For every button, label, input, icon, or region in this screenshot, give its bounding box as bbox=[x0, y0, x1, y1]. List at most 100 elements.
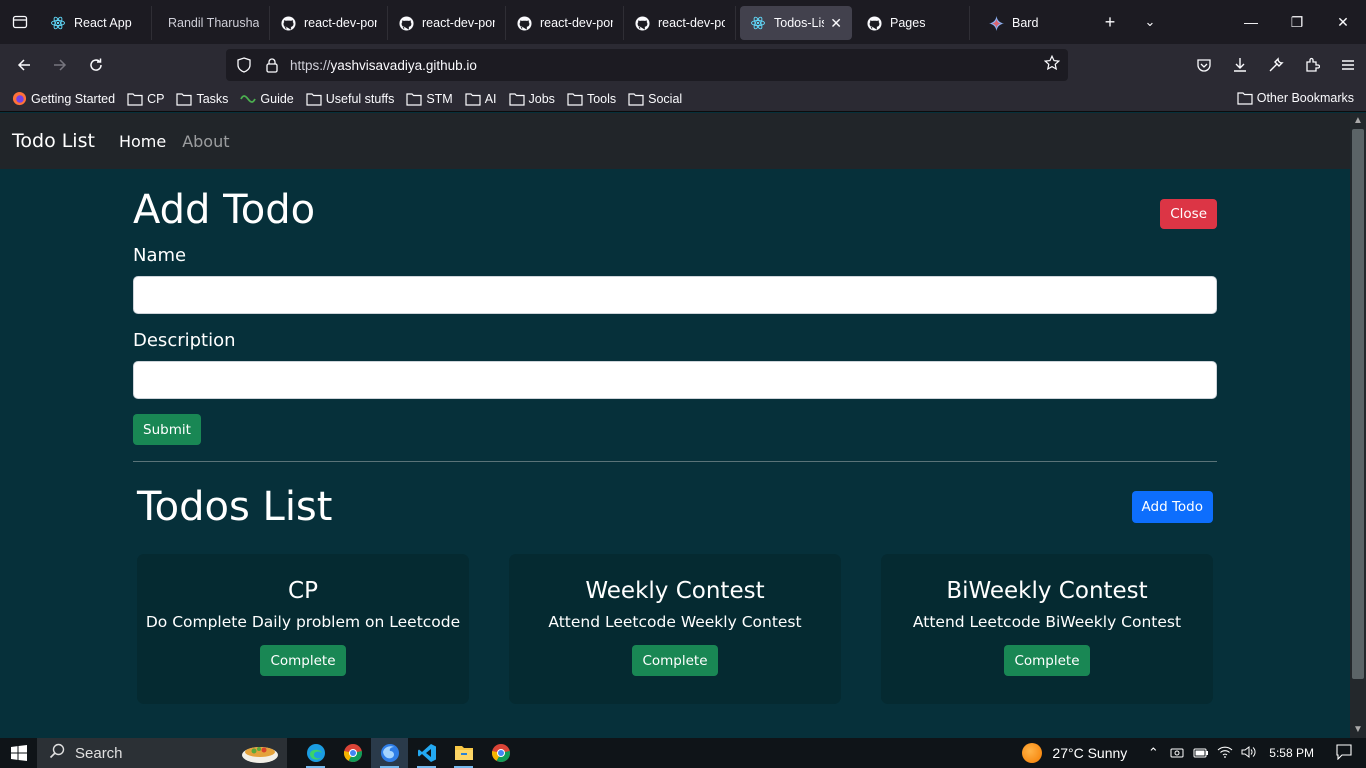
file-explorer-icon bbox=[454, 746, 473, 760]
minimize-icon[interactable]: — bbox=[1228, 0, 1274, 44]
restore-icon[interactable]: ❐ bbox=[1274, 0, 1320, 44]
tab-react-dev-portfolio-1[interactable]: react-dev-por bbox=[270, 6, 388, 40]
description-label: Description bbox=[133, 330, 236, 351]
name-label: Name bbox=[133, 245, 187, 266]
folder-icon bbox=[406, 92, 422, 106]
react-icon bbox=[50, 15, 66, 31]
taskbar-chrome-2[interactable] bbox=[482, 738, 519, 768]
folder-icon bbox=[465, 92, 481, 106]
complete-button[interactable]: Complete bbox=[632, 645, 718, 676]
scrollbar-thumb[interactable] bbox=[1352, 129, 1364, 679]
url-text: https://yashvisavadiya.github.io bbox=[290, 57, 477, 73]
pocket-icon[interactable] bbox=[1186, 44, 1222, 86]
bookmark-folder-cp[interactable]: CP bbox=[127, 92, 164, 106]
todos-list-title: Todos List bbox=[137, 484, 333, 530]
scroll-down-icon[interactable]: ▼ bbox=[1350, 722, 1366, 738]
other-bookmarks[interactable]: Other Bookmarks bbox=[1237, 91, 1354, 105]
guide-icon bbox=[240, 93, 257, 105]
back-button[interactable] bbox=[6, 49, 42, 81]
nav-link-home[interactable]: Home bbox=[119, 132, 166, 151]
edge-icon bbox=[306, 744, 325, 762]
complete-button[interactable]: Complete bbox=[1004, 645, 1090, 676]
folder-icon bbox=[628, 92, 644, 106]
chevron-up-icon[interactable]: ⌃ bbox=[1141, 745, 1165, 761]
add-todo-button[interactable]: Add Todo bbox=[1131, 491, 1213, 523]
page-scrollbar[interactable]: ▲ ▼ bbox=[1350, 113, 1366, 738]
nav-link-about[interactable]: About bbox=[182, 132, 229, 151]
new-tab-icon[interactable]: + bbox=[1090, 12, 1130, 33]
github-icon bbox=[634, 15, 650, 31]
clock[interactable]: 5:58 PM bbox=[1269, 746, 1314, 760]
bookmark-folder-jobs[interactable]: Jobs bbox=[508, 92, 555, 106]
description-input[interactable] bbox=[133, 361, 1217, 399]
taskbar-firefox[interactable] bbox=[371, 738, 408, 768]
name-input[interactable] bbox=[133, 276, 1217, 314]
todos-list-header: Todos List Add Todo bbox=[133, 462, 1217, 554]
tab-react-dev-portfolio-4[interactable]: react-dev-por bbox=[624, 6, 736, 40]
bookmark-star-icon[interactable] bbox=[1043, 54, 1061, 76]
firefox-icon bbox=[12, 91, 27, 106]
forward-button[interactable] bbox=[42, 49, 78, 81]
shield-icon bbox=[237, 57, 251, 73]
complete-button[interactable]: Complete bbox=[260, 645, 346, 676]
start-button[interactable] bbox=[0, 738, 37, 768]
firefox-view-button[interactable] bbox=[0, 0, 40, 44]
folder-icon bbox=[508, 92, 525, 106]
bookmark-folder-ai[interactable]: AI bbox=[465, 92, 497, 106]
close-button[interactable]: Close bbox=[1160, 199, 1217, 229]
bookmark-folder-stm[interactable]: STM bbox=[406, 92, 453, 106]
taskbar-chrome[interactable] bbox=[334, 738, 371, 768]
notification-icon[interactable] bbox=[1336, 743, 1366, 763]
sun-icon bbox=[1022, 743, 1043, 763]
bookmark-guide[interactable]: Guide bbox=[240, 92, 294, 106]
battery-icon[interactable] bbox=[1189, 746, 1213, 761]
close-window-icon[interactable]: ✕ bbox=[1320, 0, 1366, 44]
windows-icon bbox=[10, 745, 27, 761]
tab-randil[interactable]: Randil Tharusha | A bbox=[152, 6, 270, 40]
weather-widget[interactable]: 27°C Sunny bbox=[1022, 743, 1127, 763]
menu-icon[interactable] bbox=[1330, 44, 1366, 86]
scroll-up-icon[interactable]: ▲ bbox=[1350, 113, 1366, 129]
tab-react-app[interactable]: React App bbox=[40, 6, 152, 40]
folder-icon bbox=[567, 92, 583, 106]
todo-card: CP Do Complete Daily problem on Leetcode… bbox=[137, 554, 469, 704]
extensions-icon[interactable] bbox=[1294, 44, 1330, 86]
taskbar-file-explorer[interactable] bbox=[445, 738, 482, 768]
bookmark-getting-started[interactable]: Getting Started bbox=[12, 91, 115, 106]
bookmark-folder-useful-stuffs[interactable]: Useful stuffs bbox=[306, 92, 394, 106]
close-tab-icon[interactable]: ✕ bbox=[830, 15, 842, 32]
bookmark-folder-social[interactable]: Social bbox=[628, 92, 682, 106]
wrench-icon[interactable] bbox=[1258, 44, 1294, 86]
chrome-icon bbox=[491, 744, 510, 763]
todo-description: Attend Leetcode Weekly Contest bbox=[548, 613, 802, 631]
url-bar[interactable]: https://yashvisavadiya.github.io bbox=[226, 49, 1068, 81]
bard-icon bbox=[988, 15, 1004, 31]
volume-icon[interactable] bbox=[1237, 745, 1261, 761]
todo-card: Weekly Contest Attend Leetcode Weekly Co… bbox=[509, 554, 841, 704]
todo-description: Attend Leetcode BiWeekly Contest bbox=[912, 613, 1182, 631]
wifi-icon[interactable] bbox=[1213, 746, 1237, 761]
reload-button[interactable] bbox=[78, 49, 114, 81]
navbar-brand[interactable]: Todo List bbox=[12, 130, 95, 152]
submit-button[interactable]: Submit bbox=[133, 414, 201, 445]
folder-icon bbox=[1237, 91, 1253, 105]
bookmark-folder-tools[interactable]: Tools bbox=[567, 92, 616, 106]
bookmark-folder-tasks[interactable]: Tasks bbox=[176, 92, 228, 106]
firefox-view-icon bbox=[12, 15, 28, 29]
todo-cards: CP Do Complete Daily problem on Leetcode… bbox=[133, 554, 1217, 704]
tab-todos-list[interactable]: Todos-List | ✕ bbox=[740, 6, 852, 40]
downloads-icon[interactable] bbox=[1222, 44, 1258, 86]
tab-pages[interactable]: Pages bbox=[852, 6, 970, 40]
list-all-tabs-icon[interactable]: ⌄ bbox=[1130, 14, 1170, 30]
folder-icon bbox=[306, 92, 322, 106]
taskbar-search[interactable]: Search bbox=[37, 738, 287, 768]
taskbar-edge[interactable] bbox=[297, 738, 334, 768]
main-container: Add Todo Close Name Description Submit T… bbox=[133, 169, 1217, 704]
tab-react-dev-portfolio-2[interactable]: react-dev-por bbox=[388, 6, 506, 40]
tab-bard[interactable]: Bard bbox=[970, 6, 1070, 40]
tab-react-dev-portfolio-3[interactable]: react-dev-por bbox=[506, 6, 624, 40]
lock-icon bbox=[266, 58, 278, 73]
system-tray: 27°C Sunny ⌃ 5:58 PM bbox=[1022, 738, 1366, 768]
camera-icon[interactable] bbox=[1165, 746, 1189, 761]
taskbar-vscode[interactable] bbox=[408, 738, 445, 768]
